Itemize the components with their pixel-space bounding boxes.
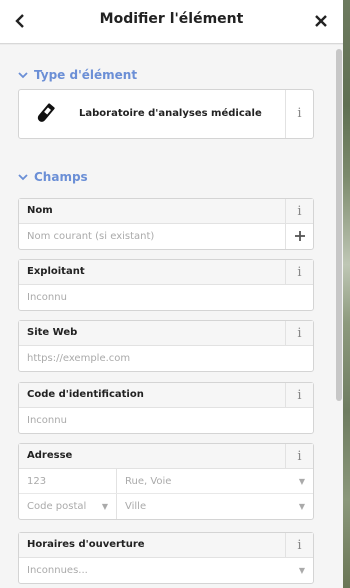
fields-section-toggle[interactable]: Champs <box>18 170 88 184</box>
address-row-2: Code postal ▼ Ville ▼ <box>19 494 313 519</box>
field-name-label: Nom <box>27 205 53 216</box>
info-icon: i <box>297 326 302 341</box>
inspector-body[interactable]: Type d'élément Laboratoire d'analyses mé… <box>0 45 343 588</box>
website-input[interactable]: https://exemple.com <box>19 346 313 371</box>
field-name-info-button[interactable]: i <box>285 199 313 223</box>
scrollbar-thumb[interactable] <box>336 49 342 401</box>
scrollbar[interactable] <box>336 49 342 588</box>
chevron-down-icon <box>18 173 28 184</box>
field-ref: Code d'identification i Inconnu <box>18 382 314 434</box>
panel-header: Modifier l'élément <box>0 0 343 44</box>
info-icon: i <box>297 388 302 403</box>
field-website-header: Site Web i <box>19 321 313 346</box>
close-button[interactable] <box>309 8 333 34</box>
editor-panel: Modifier l'élément Type d'élément Labora… <box>0 0 343 588</box>
field-operator: Exploitant i Inconnu <box>18 259 314 311</box>
opening-hours-placeholder: Inconnues... <box>27 565 88 576</box>
ref-input[interactable]: Inconnu <box>19 408 313 433</box>
test-tube-icon <box>19 90 71 138</box>
chevron-left-icon <box>15 14 24 28</box>
info-icon: i <box>297 106 302 121</box>
field-website-label: Site Web <box>27 327 78 338</box>
postcode-combo[interactable]: Code postal ▼ <box>19 494 117 519</box>
city-combo[interactable]: Ville ▼ <box>117 494 313 519</box>
field-website: Site Web i https://exemple.com <box>18 320 314 372</box>
fields-section-title: Champs <box>34 170 88 184</box>
field-operator-header: Exploitant i <box>19 260 313 285</box>
info-icon: i <box>297 204 302 219</box>
type-section-toggle[interactable]: Type d'élément <box>18 68 137 82</box>
field-opening-hours-info-button[interactable]: i <box>285 533 313 557</box>
name-input[interactable]: Nom courant (si existant) <box>19 224 313 249</box>
address-row-1: 123 Rue, Voie ▼ <box>19 469 313 494</box>
chevron-down-icon <box>18 71 28 82</box>
type-section-title: Type d'élément <box>34 68 138 82</box>
field-opening-hours-label: Horaires d'ouverture <box>27 539 145 550</box>
operator-placeholder: Inconnu <box>27 292 67 303</box>
caret-down-icon: ▼ <box>298 477 305 486</box>
field-address-header: Adresse i <box>19 444 313 469</box>
field-opening-hours-header: Horaires d'ouverture i <box>19 533 313 558</box>
opening-hours-combo[interactable]: Inconnues... ▼ <box>19 558 313 583</box>
field-ref-info-button[interactable]: i <box>285 383 313 407</box>
back-button[interactable] <box>8 8 32 34</box>
field-operator-info-button[interactable]: i <box>285 260 313 284</box>
field-address-info-button[interactable]: i <box>285 444 313 468</box>
street-combo[interactable]: Rue, Voie ▼ <box>117 469 313 493</box>
field-name: Nom i Nom courant (si existant) <box>18 198 314 250</box>
ref-placeholder: Inconnu <box>27 415 67 426</box>
field-opening-hours: Horaires d'ouverture i Inconnues... ▼ <box>18 532 314 584</box>
preset-label: Laboratoire d'analyses médicale <box>79 108 262 119</box>
street-placeholder: Rue, Voie <box>125 476 172 487</box>
preset-info-button[interactable]: i <box>285 90 313 138</box>
field-name-header: Nom i <box>19 199 313 224</box>
field-operator-label: Exploitant <box>27 266 85 277</box>
field-address: Adresse i 123 Rue, Voie ▼ Code postal ▼ … <box>18 443 314 520</box>
info-icon: i <box>297 449 302 464</box>
housenumber-input[interactable]: 123 <box>19 469 117 493</box>
city-placeholder: Ville <box>125 501 147 512</box>
page-title: Modifier l'élément <box>99 11 244 27</box>
postcode-placeholder: Code postal <box>27 501 87 512</box>
field-ref-header: Code d'identification i <box>19 383 313 408</box>
info-icon: i <box>297 538 302 553</box>
plus-icon <box>294 231 305 241</box>
website-placeholder: https://exemple.com <box>27 353 131 364</box>
caret-down-icon: ▼ <box>101 502 108 511</box>
preset-card[interactable]: Laboratoire d'analyses médicale i <box>18 89 314 139</box>
map-background <box>343 0 350 588</box>
caret-down-icon: ▼ <box>298 502 305 511</box>
field-ref-label: Code d'identification <box>27 389 144 400</box>
field-website-info-button[interactable]: i <box>285 321 313 345</box>
add-name-button[interactable] <box>285 224 313 249</box>
name-placeholder: Nom courant (si existant) <box>27 231 155 242</box>
operator-input[interactable]: Inconnu <box>19 285 313 310</box>
caret-down-icon: ▼ <box>298 566 305 575</box>
field-address-label: Adresse <box>27 450 73 461</box>
close-icon <box>315 15 327 27</box>
info-icon: i <box>297 265 302 280</box>
housenumber-placeholder: 123 <box>27 476 47 487</box>
